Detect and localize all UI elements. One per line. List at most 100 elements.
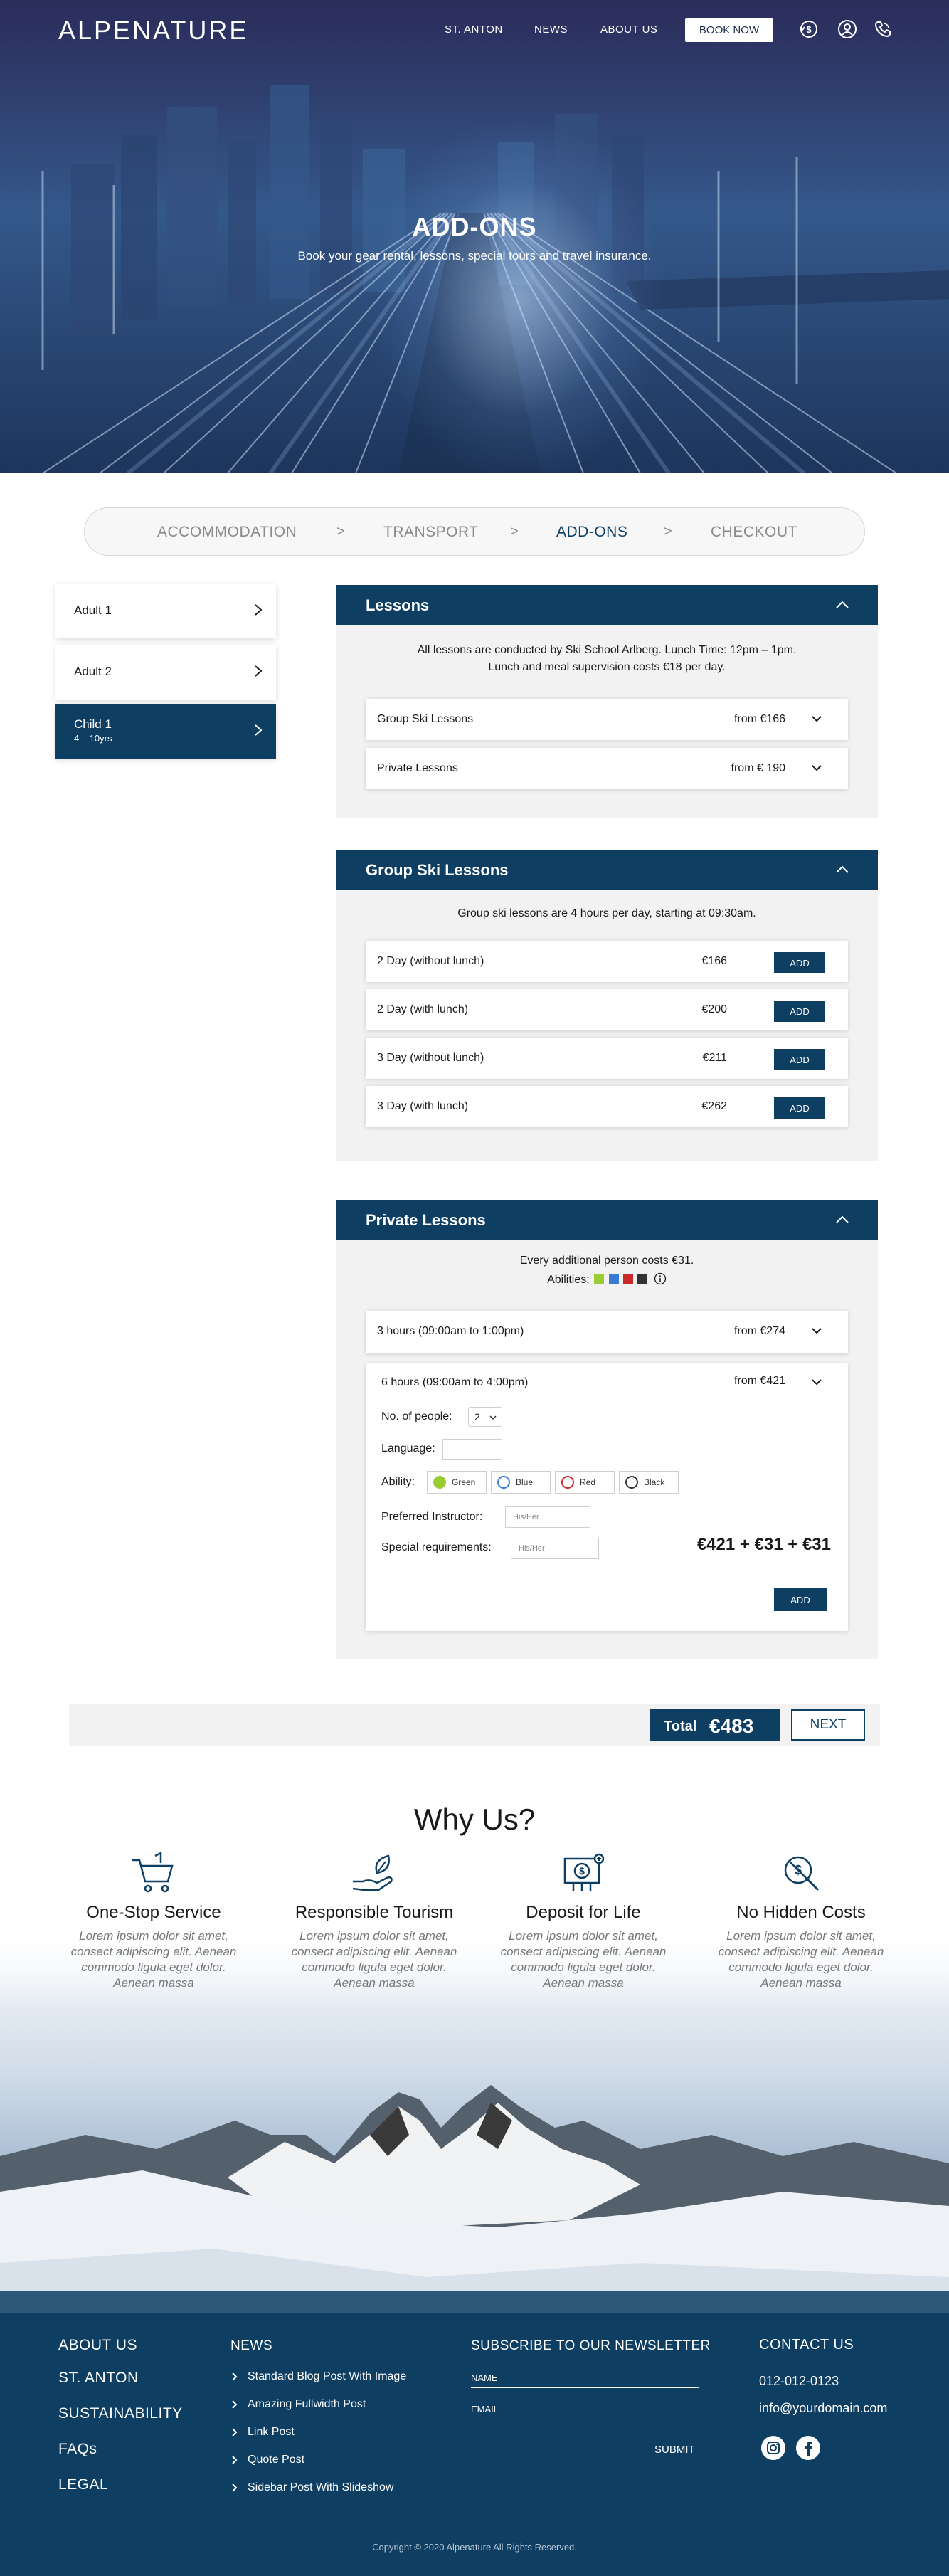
- no-hidden-costs-icon: $: [784, 1856, 820, 1891]
- requirements-label: Special requirements:: [381, 1541, 492, 1553]
- lessons-panel: Lessons All lessons are conducted by Ski…: [336, 585, 878, 818]
- sidebar-item-adult-1[interactable]: Adult 1: [55, 584, 276, 638]
- svg-text:$: $: [806, 24, 812, 35]
- user-icon[interactable]: [837, 19, 858, 40]
- private-option-row[interactable]: 3 hours (09:00am to 1:00pm) from €274: [366, 1311, 848, 1353]
- newsletter-submit-button[interactable]: SUBMIT: [654, 2444, 695, 2456]
- ability-swatch-black: [637, 1274, 648, 1284]
- book-now-button[interactable]: BOOK NOW: [685, 18, 773, 42]
- option-name: 2 Day (without lunch): [377, 955, 484, 967]
- step-separator: >: [510, 524, 519, 539]
- ability-option-label: Red: [580, 1477, 596, 1487]
- ability-option-blue[interactable]: Blue: [491, 1471, 551, 1494]
- ability-swatch-red: [623, 1274, 634, 1284]
- footer-news-link[interactable]: Quote Post: [248, 2454, 304, 2466]
- ability-option-black[interactable]: Black: [619, 1471, 679, 1494]
- chevron-up-icon[interactable]: [835, 864, 849, 874]
- total-label: Total: [664, 1719, 697, 1734]
- option-price: €211: [702, 1052, 727, 1064]
- footer-link-legal[interactable]: LEGAL: [58, 2476, 108, 2493]
- nav-link-about-us[interactable]: ABOUT US: [600, 23, 657, 36]
- option-name: 3 hours (09:00am to 1:00pm): [377, 1325, 524, 1337]
- total-value: €483: [709, 1715, 754, 1737]
- step-add-ons[interactable]: ADD-ONS: [556, 524, 627, 541]
- option-price: from €274: [733, 1325, 785, 1337]
- footer-link-st-anton[interactable]: ST. ANTON: [58, 2370, 139, 2387]
- requirements-input[interactable]: His/Her: [511, 1538, 599, 1559]
- ability-option-label: Green: [452, 1477, 476, 1487]
- add-button[interactable]: ADD: [774, 1001, 825, 1022]
- nav-link-news[interactable]: NEWS: [534, 23, 568, 36]
- contact-email[interactable]: info@yourdomain.com: [759, 2401, 887, 2416]
- next-button[interactable]: NEXT: [791, 1709, 865, 1741]
- option-name: 2 Day (with lunch): [377, 1003, 469, 1015]
- chevron-up-icon[interactable]: [835, 599, 849, 609]
- why-heading: Deposit for Life: [526, 1903, 641, 1922]
- newsletter-email-field[interactable]: EMAIL: [471, 2404, 699, 2419]
- chevron-right-icon: [255, 604, 263, 616]
- step-checkout[interactable]: CHECKOUT: [711, 524, 797, 541]
- sidebar-item-child-1[interactable]: Child 1 4 – 10yrs: [55, 704, 276, 759]
- language-input[interactable]: [442, 1439, 502, 1460]
- why-text: Lorem ipsum dolor sit amet, consect adip…: [70, 1929, 237, 1990]
- ability-swatch-blue: [608, 1274, 619, 1284]
- footer-link-about-us[interactable]: ABOUT US: [58, 2337, 137, 2354]
- top-nav: ALPENATURE ST. ANTON NEWS ABOUT US BOOK …: [0, 0, 949, 60]
- footer-news-link[interactable]: Amazing Fullwidth Post: [248, 2398, 366, 2411]
- lesson-name: Group Ski Lessons: [377, 713, 474, 725]
- instructor-input[interactable]: His/Her: [505, 1506, 590, 1528]
- group-lessons-panel-header[interactable]: Group Ski Lessons: [336, 850, 878, 890]
- footer-news-link[interactable]: Link Post: [248, 2426, 295, 2439]
- chevron-down-icon[interactable]: [811, 714, 822, 723]
- chevron-up-icon[interactable]: [835, 1214, 849, 1224]
- why-item-no-hidden-costs: $ No Hidden Costs Lorem ipsum dolor sit …: [716, 1850, 886, 1991]
- page-subtitle: Book your gear rental, lessons, special …: [297, 249, 652, 263]
- lesson-row-group[interactable]: Group Ski Lessons from €166: [366, 699, 848, 740]
- hero-glow: [370, 114, 669, 473]
- ability-option-green[interactable]: Green: [427, 1471, 487, 1494]
- add-button[interactable]: ADD: [774, 1588, 827, 1611]
- instagram-icon[interactable]: [760, 2435, 786, 2461]
- option-name: 3 Day (with lunch): [377, 1100, 469, 1112]
- footer-link-faqs[interactable]: FAQs: [58, 2441, 97, 2458]
- lesson-row-private[interactable]: Private Lessons from € 190: [366, 748, 848, 789]
- footer-news-title: NEWS: [230, 2338, 272, 2353]
- radio-icon: [433, 1476, 446, 1489]
- newsletter-name-field[interactable]: NAME: [471, 2372, 699, 2388]
- facebook-icon[interactable]: [795, 2435, 821, 2461]
- add-button[interactable]: ADD: [774, 1097, 825, 1119]
- currency-exchange-icon[interactable]: $: [798, 19, 820, 40]
- step-transport[interactable]: TRANSPORT: [383, 524, 479, 541]
- chevron-down-icon[interactable]: [811, 1378, 822, 1386]
- private-lessons-panel-header[interactable]: Private Lessons: [336, 1200, 878, 1240]
- group-option-row: 2 Day (without lunch) €166 ADD: [366, 941, 848, 982]
- info-icon[interactable]: [654, 1272, 667, 1285]
- chevron-right-icon: [232, 2456, 238, 2464]
- chevron-down-icon: [489, 1415, 497, 1420]
- add-button[interactable]: ADD: [774, 1049, 825, 1070]
- people-select[interactable]: 2: [468, 1407, 502, 1427]
- abilities-label: Abilities:: [547, 1274, 590, 1286]
- group-option-row: 2 Day (with lunch) €200 ADD: [366, 989, 848, 1030]
- footer-news-link[interactable]: Sidebar Post With Slideshow: [248, 2481, 393, 2494]
- chevron-right-icon: [232, 2400, 238, 2409]
- nav-link-st-anton[interactable]: ST. ANTON: [445, 23, 503, 36]
- footer-news-link[interactable]: Standard Blog Post With Image: [248, 2370, 406, 2383]
- phone-icon[interactable]: [872, 19, 894, 40]
- step-accommodation[interactable]: ACCOMMODATION: [157, 524, 297, 541]
- logo[interactable]: ALPENATURE: [58, 16, 248, 46]
- why-text: Lorem ipsum dolor sit amet, consect adip…: [291, 1929, 457, 1990]
- sidebar-item-adult-2[interactable]: Adult 2: [55, 645, 276, 700]
- chevron-right-icon: [232, 2372, 238, 2381]
- sidebar-item-age: 4 – 10yrs: [74, 733, 112, 744]
- footer-link-sustainability[interactable]: SUSTAINABILITY: [58, 2405, 183, 2422]
- ability-option-red[interactable]: Red: [555, 1471, 615, 1494]
- shopping-cart-icon: [132, 1851, 174, 1893]
- ability-options: Green Blue Red Black: [427, 1471, 711, 1494]
- total-bar: Total €483 NEXT: [69, 1704, 880, 1746]
- contact-phone[interactable]: 012-012-0123: [759, 2374, 839, 2389]
- chevron-down-icon[interactable]: [811, 764, 822, 772]
- chevron-down-icon[interactable]: [811, 1326, 822, 1335]
- lessons-panel-header[interactable]: Lessons: [336, 585, 878, 625]
- add-button[interactable]: ADD: [774, 952, 825, 973]
